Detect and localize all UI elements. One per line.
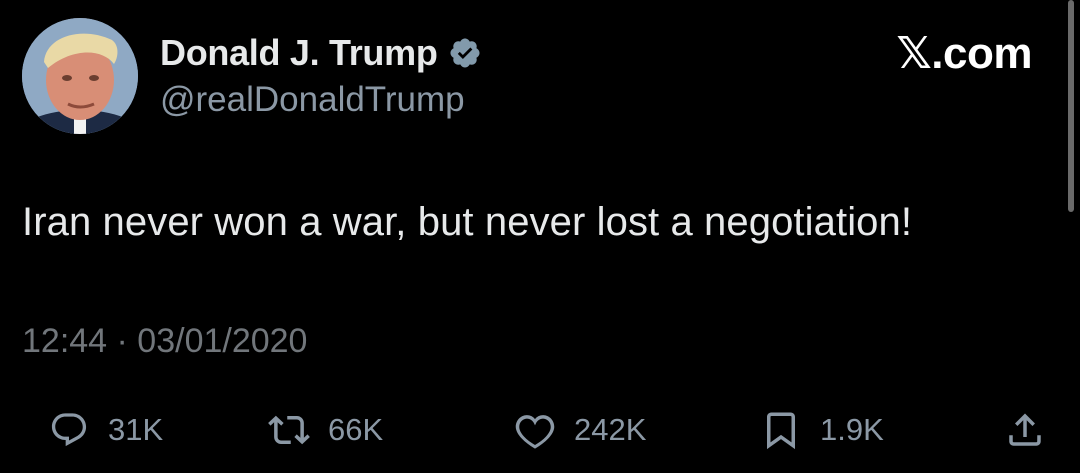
action-bar: 31K 66K 242K 1.9K: [0, 400, 1080, 460]
avatar[interactable]: [22, 18, 138, 134]
tweet-timestamp[interactable]: 12:44 · 03/01/2020: [22, 322, 307, 361]
reply-count: 31K: [108, 412, 164, 447]
tweet-text: Iran never won a war, but never lost a n…: [22, 200, 913, 244]
avatar-portrait-icon: [22, 18, 138, 134]
share-icon: [1004, 409, 1046, 451]
retweet-icon: [268, 409, 310, 451]
author-display-name[interactable]: Donald J. Trump: [160, 32, 438, 74]
like-count: 242K: [574, 412, 647, 447]
tweet-card: Donald J. Trump @realDonaldTrump 𝕏.com I…: [0, 0, 1080, 473]
bookmark-button[interactable]: 1.9K: [760, 400, 884, 460]
verified-badge-icon: [450, 38, 480, 68]
reply-button[interactable]: 31K: [48, 400, 163, 460]
share-button[interactable]: [1004, 400, 1046, 460]
retweet-count: 66K: [328, 412, 384, 447]
like-button[interactable]: 242K: [514, 400, 646, 460]
author-name-row: Donald J. Trump: [160, 30, 482, 76]
author-handle[interactable]: @realDonaldTrump: [160, 80, 465, 120]
reply-icon: [48, 409, 90, 451]
bookmark-count: 1.9K: [820, 412, 884, 447]
bookmark-icon: [760, 409, 802, 451]
source-label: 𝕏.com: [896, 29, 1032, 78]
heart-icon: [514, 409, 556, 451]
scrollbar[interactable]: [1068, 0, 1074, 212]
retweet-button[interactable]: 66K: [268, 400, 383, 460]
